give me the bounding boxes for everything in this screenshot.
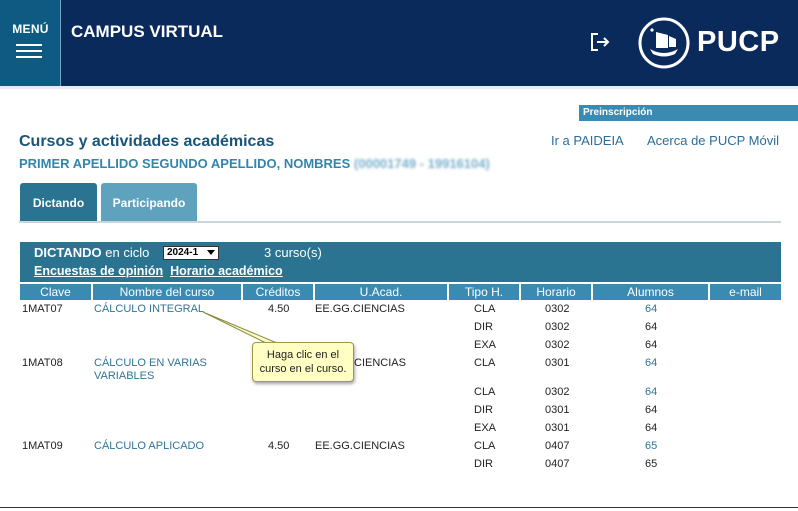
paideia-link[interactable]: Ir a PAIDEIA	[551, 133, 624, 148]
pucp-logo-icon[interactable]	[638, 17, 690, 69]
cycle-select-value: 2024-1	[167, 247, 199, 258]
row-tipo: CLA	[474, 440, 496, 452]
row-uacad: CIENCIAS	[354, 357, 406, 369]
col-header-email: e-mail	[710, 284, 781, 300]
row-uacad: EE.GG.CIENCIAS	[315, 440, 405, 452]
horario-academico-link[interactable]: Horario académico	[170, 264, 283, 278]
row-clave: 1MAT07	[22, 303, 63, 315]
user-code: (00001749 - 19916104)	[353, 156, 490, 171]
col-header-nombre: Nombre del curso	[93, 284, 241, 300]
alumnos-link[interactable]: 64	[645, 357, 657, 369]
panel-title-bold: DICTANDO	[34, 245, 102, 260]
course-link-calculo-aplicado[interactable]: CÁLCULO APLICADO	[94, 440, 204, 452]
panel-links: Encuestas de opinión Horario académico	[34, 264, 283, 278]
row-tipo: CLA	[474, 303, 496, 315]
row-horario: 0301	[545, 357, 570, 369]
row-tipo: CLA	[474, 357, 496, 369]
preinscripcion-link[interactable]: Preinscripción	[579, 105, 798, 121]
row-alumnos: 64	[645, 422, 658, 434]
acerca-pucp-movil-link[interactable]: Acerca de PUCP Móvil	[647, 133, 779, 148]
alumnos-link[interactable]: 65	[645, 440, 657, 452]
panel-title: DICTANDO en ciclo	[34, 245, 149, 260]
row-horario: 0407	[545, 440, 570, 452]
header-divider	[0, 86, 798, 89]
col-header-tipo: Tipo H.	[449, 284, 519, 300]
row-horario: 0407	[545, 458, 570, 470]
alumnos-link[interactable]: 64	[645, 303, 657, 315]
encuestas-link[interactable]: Encuestas de opinión	[34, 264, 163, 278]
alumnos-link[interactable]: 64	[645, 386, 657, 398]
row-uacad: EE.GG.CIENCIAS	[315, 303, 405, 315]
tab-dictando[interactable]: Dictando	[20, 183, 97, 222]
col-header-alumnos: Alumnos matriculados	[593, 284, 708, 315]
tooltip-line-2: curso en el curso.	[259, 363, 347, 375]
row-clave: 1MAT09	[22, 440, 63, 452]
hamburger-icon	[16, 44, 42, 58]
row-horario: 0302	[545, 303, 570, 315]
course-link-calculo-integral[interactable]: CÁLCULO INTEGRAL	[94, 303, 204, 315]
tab-underline	[19, 221, 781, 223]
row-horario: 0301	[545, 422, 570, 434]
row-tipo: CLA	[474, 386, 496, 398]
row-clave: 1MAT08	[22, 357, 63, 369]
col-header-creditos: Créditos	[243, 284, 313, 300]
cycle-select[interactable]: 2024-1	[163, 246, 219, 260]
logo-text: PUCP	[697, 26, 780, 58]
top-bar: MENÚ CAMPUS VIRTUAL PUCP	[0, 0, 798, 86]
logout-icon[interactable]	[589, 31, 611, 53]
bottom-divider	[0, 507, 798, 508]
row-tipo: DIR	[474, 458, 493, 470]
row-alumnos: 64	[645, 339, 658, 351]
row-horario: 0302	[545, 321, 570, 333]
row-tipo: DIR	[474, 404, 493, 416]
app-title: CAMPUS VIRTUAL	[71, 22, 224, 41]
row-horario: 0301	[545, 404, 570, 416]
col-header-clave: Clave	[20, 284, 91, 300]
row-tipo: EXA	[474, 339, 497, 351]
row-alumnos: 65	[645, 458, 658, 470]
course-count: 3 curso(s)	[264, 245, 322, 260]
col-header-horario: Horario	[521, 284, 591, 300]
dictando-panel-header: DICTANDO en ciclo 2024-1 3 curso(s) Encu…	[20, 242, 781, 282]
col-header-uacad: U.Acad.	[315, 284, 447, 300]
tooltip-line-1: Haga clic en el	[266, 349, 340, 361]
row-alumnos: 64	[645, 321, 658, 333]
panel-title-rest: en ciclo	[101, 245, 150, 260]
user-name: PRIMER APELLIDO SEGUNDO APELLIDO, NOMBRE…	[19, 156, 490, 171]
row-tipo: DIR	[474, 321, 493, 333]
row-creditos: 4.50	[268, 303, 290, 315]
user-full-name: PRIMER APELLIDO SEGUNDO APELLIDO, NOMBRE…	[19, 156, 351, 171]
row-creditos: 4.50	[268, 440, 290, 452]
tab-participando[interactable]: Participando	[101, 183, 197, 222]
campus-virtual-page: MENÚ CAMPUS VIRTUAL PUCP Preinscripción	[0, 0, 798, 511]
row-tipo: EXA	[474, 422, 497, 434]
tooltip: Haga clic en el curso en el curso.	[252, 342, 354, 382]
page-title: Cursos y actividades académicas	[19, 133, 275, 150]
menu-button[interactable]: MENÚ	[0, 0, 61, 86]
course-link-calculo-varias-variables[interactable]: CÁLCULO EN VARIAS VARIABLES	[94, 357, 224, 383]
row-horario: 0302	[545, 386, 570, 398]
row-horario: 0302	[545, 339, 570, 351]
row-alumnos: 64	[645, 404, 658, 416]
menu-label: MENÚ	[12, 22, 49, 36]
chevron-down-icon	[207, 250, 215, 255]
